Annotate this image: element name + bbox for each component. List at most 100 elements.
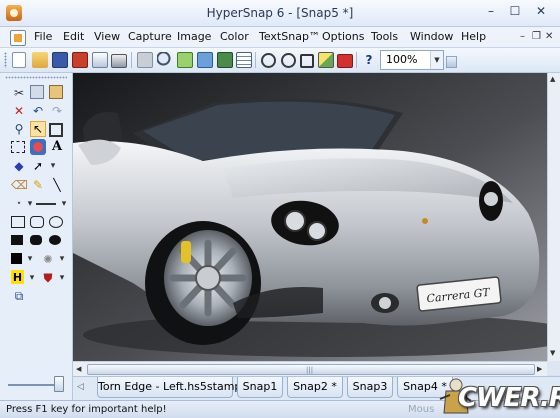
menu-options[interactable]: Options [322, 30, 364, 43]
arrow-tool-icon[interactable]: ➚ [30, 158, 46, 174]
toolbox-grip[interactable] [5, 76, 67, 79]
help-pointer-icon[interactable]: ? [361, 52, 377, 68]
menu-tools[interactable]: Tools [371, 30, 398, 43]
title-bar: HyperSnap 6 - [Snap5 *] – ☐ ✕ [0, 0, 560, 27]
copy-tool-icon[interactable] [30, 85, 44, 99]
rounded-rect-tool-icon[interactable] [30, 216, 44, 228]
highlight-tool-icon[interactable]: H [11, 270, 24, 284]
rotate-right-icon[interactable] [281, 53, 296, 68]
crop-icon[interactable] [300, 54, 314, 68]
minimize-button[interactable]: – [480, 4, 502, 20]
chevron-down-icon[interactable]: ▾ [54, 251, 70, 267]
cut-icon[interactable]: ✂ [11, 85, 27, 101]
status-help-text: Press F1 key for important help! [6, 404, 167, 415]
chevron-down-icon[interactable]: ▾ [22, 251, 38, 267]
capture-desktop-icon[interactable] [217, 52, 233, 68]
save-all-icon[interactable] [72, 52, 88, 68]
drawing-toolbox: ✂ ✕ ↶ ↷ ⚲ ↖ A ◆ ➚ ▾ ⌫ ✎ ╲ • ▾ ▾ ▾ ✺ ▾ H … [0, 73, 73, 400]
chevron-down-icon[interactable]: ▾ [45, 158, 61, 174]
copy-icon[interactable] [137, 52, 153, 68]
zoom-value: 100% [386, 53, 418, 66]
scroll-thumb-grip: ||| [306, 366, 314, 374]
print-preview-icon[interactable] [92, 52, 108, 68]
scroll-left-icon[interactable]: ◀ [76, 365, 81, 373]
menu-color[interactable]: Color [220, 30, 249, 43]
save-icon[interactable] [52, 52, 68, 68]
find-icon[interactable] [157, 52, 173, 68]
filled-rounded-rect-icon[interactable] [30, 235, 42, 245]
rectangle-tool-icon[interactable] [11, 216, 25, 228]
tab-torn-edge[interactable]: Torn Edge - Left.hs5stamp [97, 377, 241, 398]
menu-capture[interactable]: Capture [128, 30, 172, 43]
resize-icon[interactable] [318, 52, 334, 68]
maximize-button[interactable]: ☐ [504, 4, 526, 20]
chevron-down-icon[interactable]: ▾ [24, 270, 40, 286]
filled-rectangle-icon[interactable] [11, 235, 23, 245]
chevron-down-icon[interactable]: ▼ [430, 51, 443, 69]
scroll-down-icon[interactable]: ▼ [550, 349, 555, 357]
watermark: CWER.RU [438, 377, 560, 417]
opacity-slider-thumb[interactable] [54, 376, 64, 392]
tab-snap1[interactable]: Snap1 [237, 377, 283, 398]
scroll-up-icon[interactable]: ▲ [550, 75, 555, 83]
image-canvas[interactable]: Carrera GT [73, 73, 547, 361]
menu-view[interactable]: View [94, 30, 120, 43]
stamp-icon[interactable] [337, 54, 353, 68]
zoom-tool-icon[interactable]: ⚲ [11, 121, 27, 137]
filled-ellipse-icon[interactable] [49, 235, 61, 245]
capture-menu-icon[interactable] [236, 52, 252, 68]
horizontal-scrollbar[interactable]: ◀ ||| ▶ [73, 361, 547, 376]
toolbar-grip[interactable] [4, 52, 7, 68]
undo-icon[interactable]: ↶ [30, 103, 46, 119]
line-width-icon[interactable] [36, 203, 56, 205]
redo-icon[interactable]: ↷ [49, 103, 65, 119]
menu-help[interactable]: Help [461, 30, 486, 43]
marquee-tool-icon[interactable] [11, 141, 25, 153]
tab-snap3[interactable]: Snap3 [347, 377, 393, 398]
magic-wand-icon[interactable] [30, 139, 46, 155]
fill-tool-icon[interactable]: ◆ [11, 158, 27, 174]
chevron-down-icon[interactable]: ▾ [54, 270, 70, 286]
capture-window-icon[interactable] [197, 52, 213, 68]
select-tool-icon[interactable]: ↖ [30, 121, 46, 137]
toolbar-separator [131, 52, 132, 68]
chevron-down-icon[interactable]: ▾ [56, 196, 72, 212]
toolbar-separator [356, 52, 357, 68]
horizontal-scroll-thumb[interactable]: ||| [87, 364, 535, 375]
tab-snap2[interactable]: Snap2 * [287, 377, 343, 398]
eraser-icon[interactable]: ⌫ [11, 177, 28, 193]
open-icon[interactable] [32, 52, 48, 68]
pencil-icon[interactable]: ✎ [30, 177, 46, 193]
frame-tool-icon[interactable]: ⧉ [11, 288, 27, 304]
toolbar-separator [255, 52, 256, 68]
crop-tool-icon[interactable] [49, 123, 63, 137]
paste-icon[interactable] [49, 85, 63, 99]
foreground-color-swatch[interactable] [11, 253, 22, 264]
menu-window[interactable]: Window [410, 30, 453, 43]
capture-region-icon[interactable] [177, 52, 193, 68]
new-icon[interactable] [12, 52, 26, 68]
delete-icon[interactable]: ✕ [11, 103, 27, 119]
text-tool-icon[interactable]: A [49, 139, 65, 155]
menu-image[interactable]: Image [177, 30, 211, 43]
watermark-text: CWER.RU [458, 383, 560, 413]
document-menu-icon[interactable] [10, 30, 26, 46]
ellipse-tool-icon[interactable] [49, 216, 63, 228]
close-button[interactable]: ✕ [530, 4, 552, 20]
window-title: HyperSnap 6 - [Snap5 *] [206, 6, 354, 20]
menu-textsnap[interactable]: TextSnap™ [259, 30, 320, 43]
line-tool-icon[interactable]: ╲ [49, 177, 65, 193]
print-icon[interactable] [111, 54, 127, 68]
rotate-left-icon[interactable] [261, 53, 276, 68]
mdi-restore-button[interactable]: ❐ [532, 31, 541, 42]
main-toolbar: ? 100% ▼ [0, 48, 560, 73]
mdi-close-button[interactable]: ✕ [545, 31, 553, 42]
mdi-minimize-button[interactable]: – [520, 31, 525, 42]
menu-edit[interactable]: Edit [63, 30, 84, 43]
zoom-combobox[interactable]: 100% ▼ [380, 50, 444, 70]
menu-file[interactable]: File [34, 30, 52, 43]
tab-scroll-left-icon[interactable]: ◁ [77, 382, 84, 392]
vertical-scrollbar[interactable]: ▲ ▼ [547, 73, 560, 361]
toolbar-overflow-icon[interactable] [446, 56, 457, 68]
scroll-right-icon[interactable]: ▶ [537, 365, 542, 373]
